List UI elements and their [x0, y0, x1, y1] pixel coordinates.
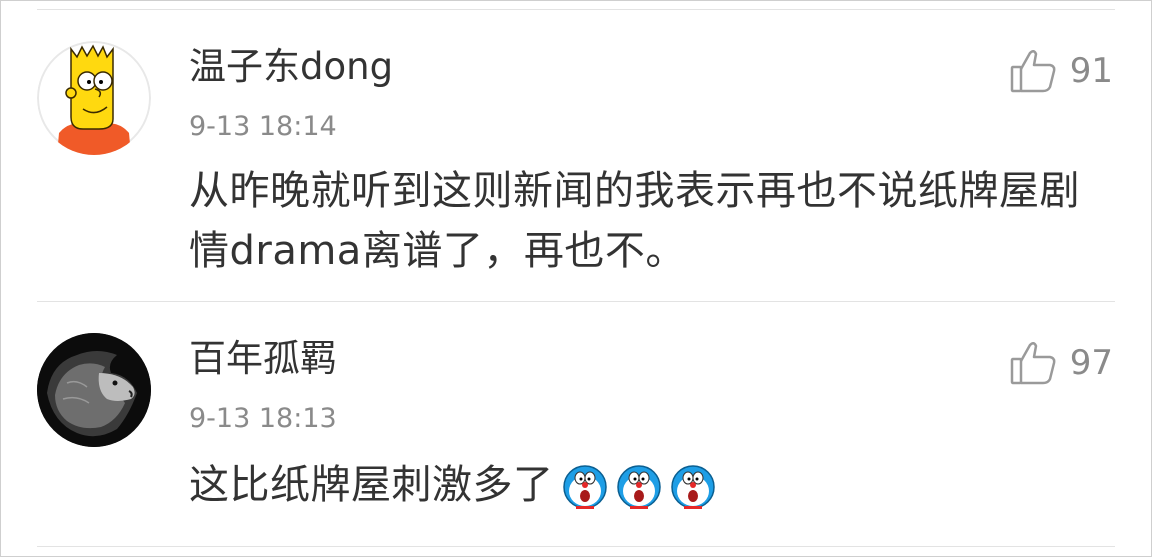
- comment-time: 9-13 18:14: [189, 111, 337, 142]
- like-button[interactable]: 97: [1010, 339, 1113, 387]
- bottom-divider: [37, 546, 1115, 547]
- comment-text: 从昨晚就听到这则新闻的我表示再也不说纸牌屋剧情drama离谱了，再也不。: [189, 168, 1080, 274]
- like-count: 97: [1069, 343, 1113, 383]
- comment-list: 温子东dong 9-13 18:14 从昨晚就听到这则新闻的我表示再也不说纸牌屋…: [0, 0, 1152, 557]
- doraemon-surprised-icon: [670, 465, 715, 509]
- lion-avatar-icon: [37, 333, 151, 447]
- comment-text-row: 这比纸牌屋刺激多了: [189, 455, 1109, 515]
- top-divider: [37, 9, 1115, 10]
- comment-divider: [37, 301, 1115, 302]
- username[interactable]: 温子东dong: [189, 45, 393, 89]
- username[interactable]: 百年孤羁: [189, 337, 337, 381]
- doraemon-surprised-icon: [562, 465, 607, 509]
- like-count: 91: [1069, 51, 1113, 91]
- like-button[interactable]: 91: [1010, 47, 1113, 95]
- bart-simpson-avatar-icon: [37, 41, 151, 155]
- thumbs-up-icon: [1010, 342, 1056, 385]
- thumbs-up-icon: [1010, 50, 1056, 93]
- doraemon-surprised-icon: [616, 465, 661, 509]
- avatar[interactable]: [37, 333, 151, 447]
- comment-time: 9-13 18:13: [189, 403, 337, 434]
- comment-text: 这比纸牌屋刺激多了: [189, 462, 554, 508]
- avatar[interactable]: [37, 41, 151, 155]
- emoji-group: [562, 464, 716, 510]
